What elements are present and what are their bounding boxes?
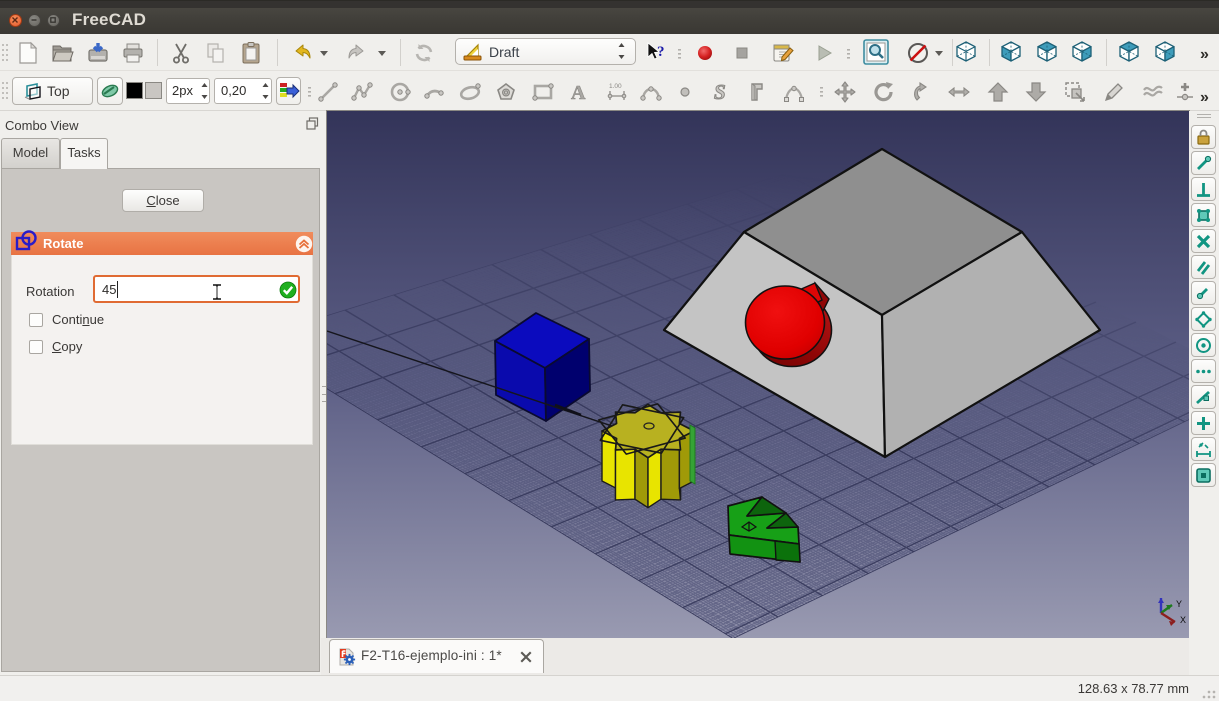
svg-text:Y: Y bbox=[1176, 599, 1182, 609]
svg-text:A: A bbox=[571, 82, 586, 104]
svg-text:S: S bbox=[714, 80, 726, 104]
svg-text:?: ? bbox=[657, 44, 665, 60]
svg-text:X: X bbox=[1180, 615, 1186, 625]
svg-text:1.00: 1.00 bbox=[609, 83, 622, 90]
